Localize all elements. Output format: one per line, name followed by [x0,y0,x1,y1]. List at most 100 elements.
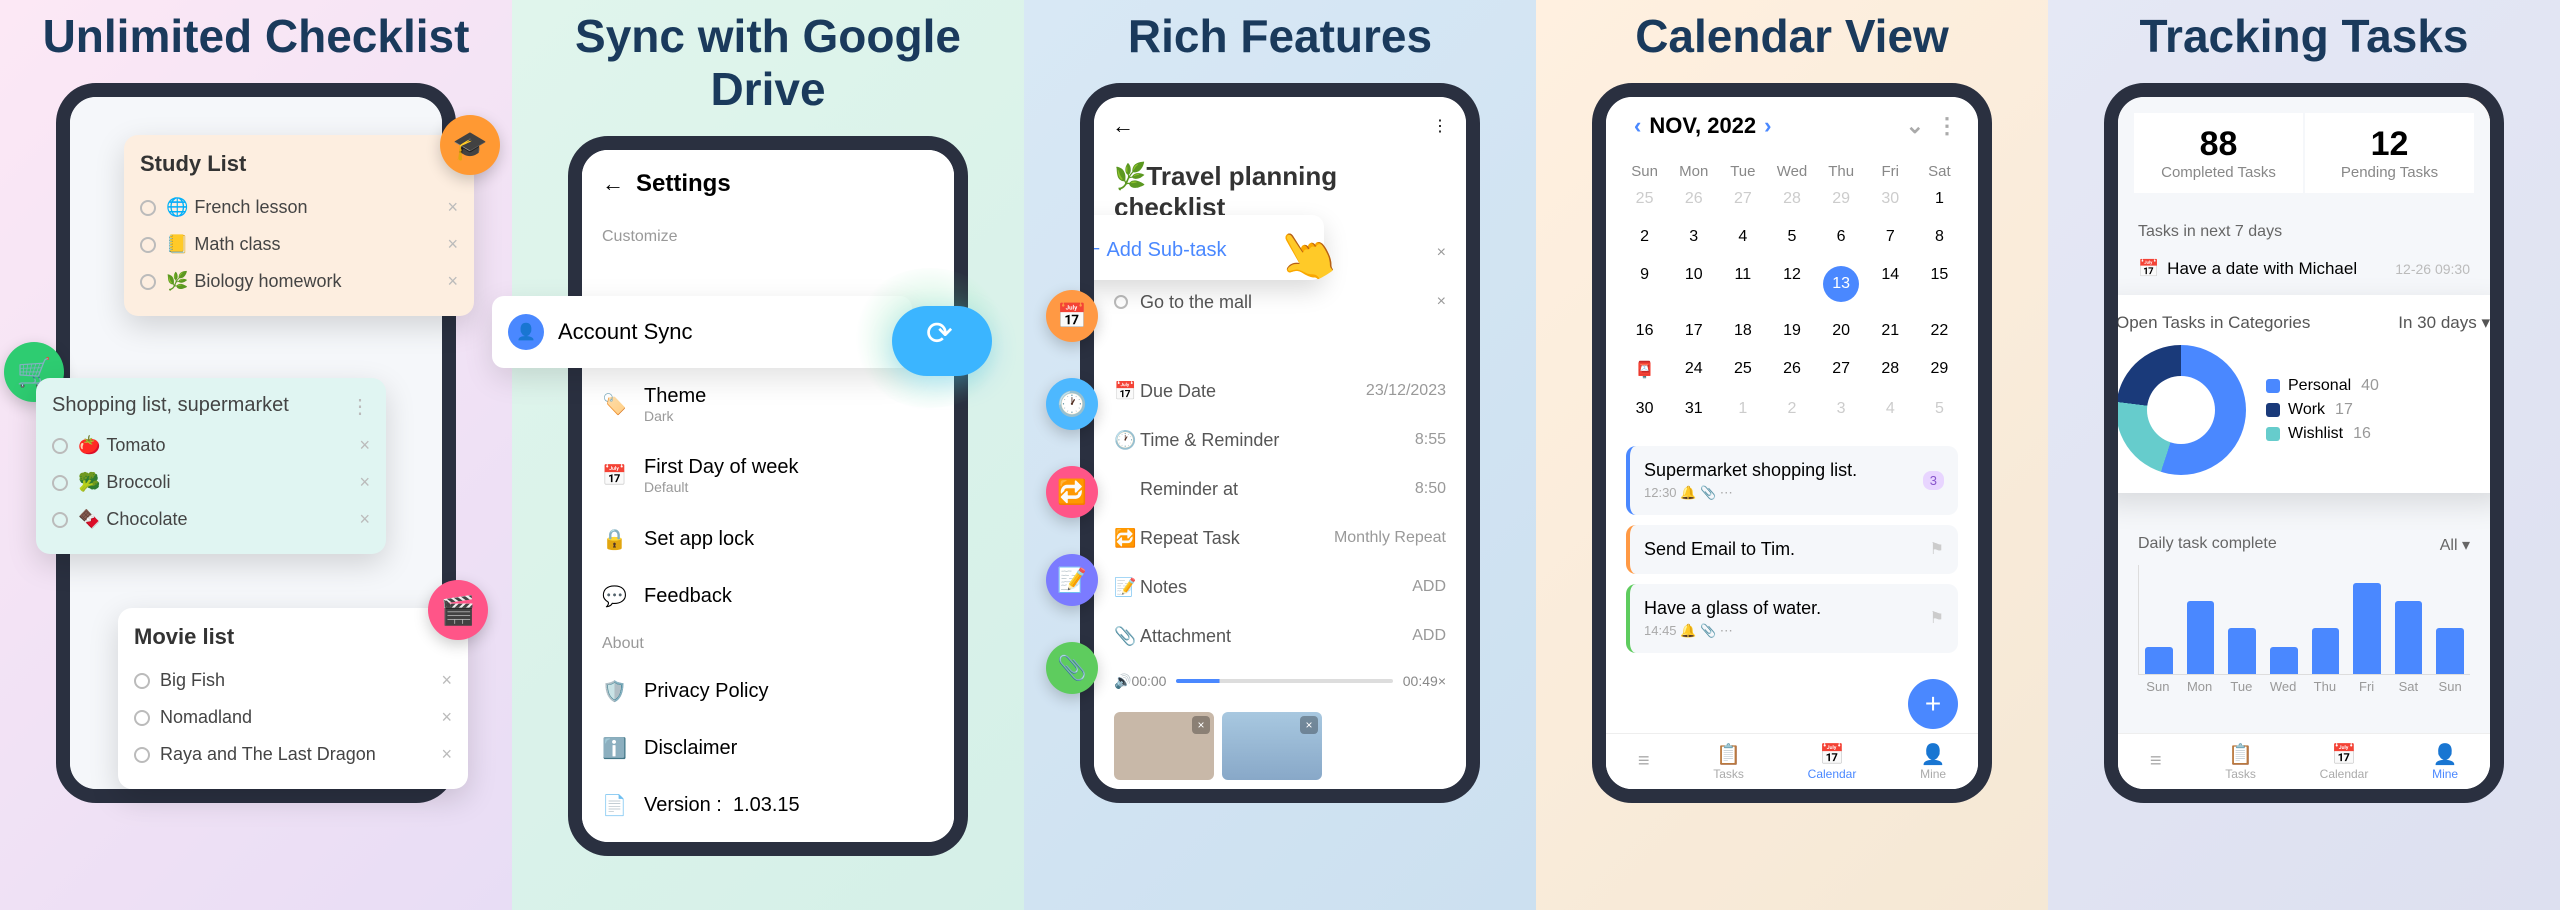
tab-tasks[interactable]: 📋Tasks [2225,742,2256,781]
back-icon[interactable]: ← [1112,113,1134,139]
tab-calendar[interactable]: 📅Calendar [2320,742,2369,781]
tab-calendar[interactable]: 📅Calendar [1808,742,1857,781]
range-selector[interactable]: All ▾ [2440,535,2470,555]
donut-chart [2116,345,2246,475]
image-thumbnail[interactable]: × [1114,712,1214,780]
panel-title: Rich Features [1128,10,1432,63]
graduation-icon: 🎓 [440,115,500,175]
flag-icon[interactable]: ⚑ [1930,539,1944,559]
close-icon[interactable]: × [441,744,452,765]
subtask-item[interactable]: Go to the mall× [1094,278,1466,327]
repeat-row[interactable]: 🔁Repeat TaskMonthly Repeat [1094,514,1466,563]
clock-icon: 🕐 [1046,378,1098,430]
list-item[interactable]: Raya and The Last Dragon× [134,736,452,773]
more-icon[interactable]: ⋮ [1936,113,1958,139]
tab-mine[interactable]: 👤Mine [2432,742,2458,781]
date-icon: 📅 [1046,290,1098,342]
prev-month-icon[interactable]: ‹ [1626,113,1649,139]
attach-icon: 📎 [1046,642,1098,694]
next-month-icon[interactable]: › [1756,113,1779,139]
notes-icon: 📝 [1114,577,1140,598]
tab-mine[interactable]: 👤Mine [1920,742,1946,781]
more-icon[interactable]: ⋮ [350,394,370,419]
event-item[interactable]: Send Email to Tim.⚑ [1626,525,1958,574]
section-title: Tasks in next 7 days [2118,209,2490,249]
tab-tasks[interactable]: 📋Tasks [1713,742,1744,781]
shopping-list-card: ⋮ Shopping list, supermarket 🍅Tomato× 🥦B… [36,378,386,554]
bar-chart [2138,565,2470,675]
list-item[interactable]: 🍅Tomato× [52,427,370,464]
card-title: Shopping list, supermarket [52,394,370,417]
settings-item-feedback[interactable]: 💬Feedback [582,568,954,625]
tabbar: ≡ 📋Tasks 📅Calendar 👤Mine [1606,733,1978,789]
calendar-icon: 📅 [602,463,632,488]
range-selector[interactable]: In 30 days ▾ [2398,313,2490,333]
close-icon[interactable]: × [1438,673,1446,689]
reminder-at-row[interactable]: Reminder at8:50 [1094,465,1466,514]
account-sync-row[interactable]: 👤 Account Sync [492,296,912,368]
today-cell[interactable]: 13 [1823,266,1859,302]
attachment-row[interactable]: 📎AttachmentADD [1094,612,1466,661]
list-item[interactable]: 🌐French lesson× [140,189,458,226]
calendar-grid[interactable]: 2526272829301 2345678 9101112131415 1617… [1620,180,1964,428]
close-icon[interactable]: × [359,435,370,456]
task-row[interactable]: 📅Have a date with Michael12-26 09:30 [2118,249,2490,289]
settings-item-version: 📄Version : 1.03.15 [582,777,954,834]
settings-item-firstday[interactable]: 📅First Day of weekDefault [582,440,954,511]
menu-icon[interactable]: ≡ [2150,750,2162,773]
settings-header: ← Settings [582,150,954,218]
speaker-icon: 🔊 [1114,673,1131,690]
tabbar: ≡ 📋Tasks 📅Calendar 👤Mine [2118,733,2490,789]
image-thumbnail[interactable]: × [1222,712,1322,780]
event-item[interactable]: Have a glass of water.14:45 🔔 📎 ⋯⚑ [1626,584,1958,653]
repeat-icon: 🔁 [1046,466,1098,518]
user-icon: 👤 [508,314,544,350]
notes-row[interactable]: 📝NotesADD [1094,563,1466,612]
settings-item-privacy[interactable]: 🛡️Privacy Policy [582,663,954,720]
list-item[interactable]: 📒Math class× [140,226,458,263]
cloud-sync-icon [882,276,1002,376]
list-item[interactable]: Nomadland× [134,699,452,736]
close-icon[interactable]: × [1437,293,1446,311]
chevron-down-icon[interactable]: ⌄ [1906,113,1924,139]
close-icon[interactable]: × [359,509,370,530]
repeat-icon: 🔁 [1114,528,1140,549]
list-item[interactable]: Big Fish× [134,662,452,699]
audio-player[interactable]: 🔊00:0000:49× [1094,661,1466,702]
close-icon[interactable]: × [447,197,458,218]
close-icon[interactable]: × [441,707,452,728]
close-icon[interactable]: × [359,472,370,493]
add-button[interactable]: + [1908,679,1958,729]
settings-item-lock[interactable]: 🔒Set app lock [582,511,954,568]
bar-chart-card: Daily task completeAll ▾ SunMonTueWedThu… [2118,519,2490,714]
close-icon[interactable]: × [1300,716,1318,734]
event-item[interactable]: Supermarket shopping list.12:30 🔔 📎 ⋯3 [1626,446,1958,515]
due-date-row[interactable]: 📅Due Date23/12/2023 [1094,367,1466,416]
close-icon[interactable]: × [447,234,458,255]
time-reminder-row[interactable]: 🕐Time & Reminder8:55 [1094,416,1466,465]
close-icon[interactable]: × [1437,244,1446,262]
panel-title: Tracking Tasks [2140,10,2469,63]
month-label[interactable]: NOV, 2022 [1649,113,1756,139]
more-icon[interactable]: ⋮ [1432,116,1448,136]
list-item[interactable]: 🌿Biology homework× [140,263,458,300]
calendar-icon: 📅 [2138,259,2159,279]
notes-icon: 📝 [1046,554,1098,606]
phone-frame: ← ⋮ 🌿Travel planning checklist Go to bea… [1080,83,1480,803]
close-icon[interactable]: × [1192,716,1210,734]
info-icon: ℹ️ [602,736,632,761]
panel-title: Sync with Google Drive [532,10,1004,116]
list-item[interactable]: 🥦Broccoli× [52,464,370,501]
completed-stat: 88Completed Tasks [2134,113,2303,193]
settings-item-disclaimer[interactable]: ℹ️Disclaimer [582,720,954,777]
menu-icon[interactable]: ≡ [1638,750,1650,773]
phone-frame: ← Settings Customize 🔔Notification & Rem… [568,136,968,856]
flag-icon[interactable]: ⚑ [1930,608,1944,628]
close-icon[interactable]: × [441,670,452,691]
categories-card: Open Tasks in CategoriesIn 30 days ▾ Per… [2104,295,2504,493]
calendar-icon: 📅 [1114,381,1140,402]
list-item[interactable]: 🍫Chocolate× [52,501,370,538]
close-icon[interactable]: × [447,271,458,292]
back-icon[interactable]: ← [602,171,624,197]
attach-icon: 📎 [1114,626,1140,647]
